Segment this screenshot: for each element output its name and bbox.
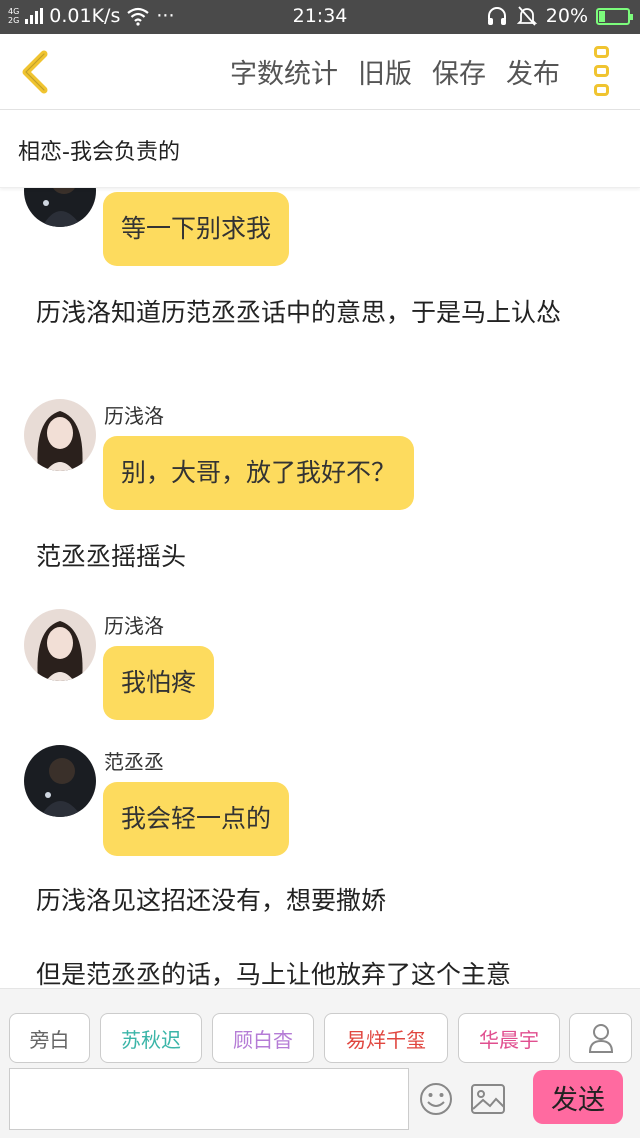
story-title[interactable]: 相恋-我会负责的 [18, 134, 180, 166]
avatar[interactable] [24, 399, 96, 471]
character-chip[interactable]: 华晨宇 [458, 1013, 560, 1063]
image-icon[interactable] [470, 1083, 506, 1115]
bell-off-icon [516, 6, 537, 26]
character-chip[interactable]: 顾白杳 [212, 1013, 314, 1063]
chat-content[interactable]: 等一下别求我 历浅洛知道历范丞丞话中的意思，于是马上认怂 历浅洛 别，大哥，放了… [0, 188, 640, 988]
character-name: 苏秋迟 [121, 1027, 181, 1052]
top-nav: 字数统计 旧版 保存 发布 [0, 34, 640, 110]
more-menu-icon[interactable] [594, 46, 614, 96]
chat-bubble[interactable]: 我会轻一点的 [103, 782, 290, 856]
avatar[interactable] [24, 745, 96, 817]
add-character-button[interactable] [569, 1013, 632, 1063]
chat-bubble[interactable]: 我怕疼 [103, 646, 215, 720]
battery-percent: 20% [545, 5, 588, 27]
battery-icon [596, 7, 633, 25]
character-selector: 旁白 苏秋迟 顾白杳 易烊千玺 华晨宇 [9, 1013, 560, 1063]
character-chip-narrator[interactable]: 旁白 [9, 1013, 90, 1063]
narration-text[interactable]: 历浅洛知道历范丞丞话中的意思，于是马上认怂 [36, 296, 616, 330]
character-chip[interactable]: 苏秋迟 [100, 1013, 202, 1063]
nav-actions: 字数统计 旧版 保存 发布 [230, 52, 560, 91]
old-version-button[interactable]: 旧版 [358, 52, 412, 91]
composer-panel: 旁白 苏秋迟 顾白杳 易烊千玺 华晨宇 发送 [0, 988, 640, 1138]
user-icon [588, 1024, 613, 1053]
send-button[interactable]: 发送 [533, 1070, 623, 1124]
headset-icon [487, 7, 506, 25]
word-count-button[interactable]: 字数统计 [230, 52, 338, 91]
character-name: 易烊千玺 [346, 1027, 426, 1052]
character-name: 华晨宇 [479, 1027, 539, 1052]
avatar[interactable] [24, 188, 96, 227]
narration-text[interactable]: 历浅洛见这招还没有，想要撒娇 [36, 884, 616, 918]
save-button[interactable]: 保存 [432, 52, 486, 91]
character-name: 旁白 [29, 1027, 70, 1052]
publish-button[interactable]: 发布 [506, 52, 560, 91]
chat-bubble[interactable]: 等一下别求我 [103, 192, 290, 266]
message-input[interactable] [9, 1068, 409, 1130]
sender-name: 范丞丞 [104, 750, 164, 774]
sender-name: 历浅洛 [104, 614, 164, 638]
status-right: 20% [486, 5, 633, 27]
character-chip[interactable]: 易烊千玺 [324, 1013, 448, 1063]
avatar[interactable] [24, 609, 96, 681]
status-bar: 4G 2G 0.01K/s ··· 21:34 20% [0, 0, 640, 34]
story-title-bar: 相恋-我会负责的 [0, 110, 640, 188]
character-name: 顾白杳 [233, 1027, 293, 1052]
sender-name: 历浅洛 [104, 404, 164, 428]
back-chevron-icon[interactable] [14, 48, 62, 96]
narration-text[interactable]: 但是范丞丞的话，马上让他放弃了这个主意 [36, 958, 616, 988]
emoji-icon[interactable] [418, 1081, 454, 1117]
narration-text[interactable]: 范丞丞摇摇头 [36, 540, 616, 574]
chat-bubble[interactable]: 别，大哥，放了我好不？ [103, 436, 415, 510]
